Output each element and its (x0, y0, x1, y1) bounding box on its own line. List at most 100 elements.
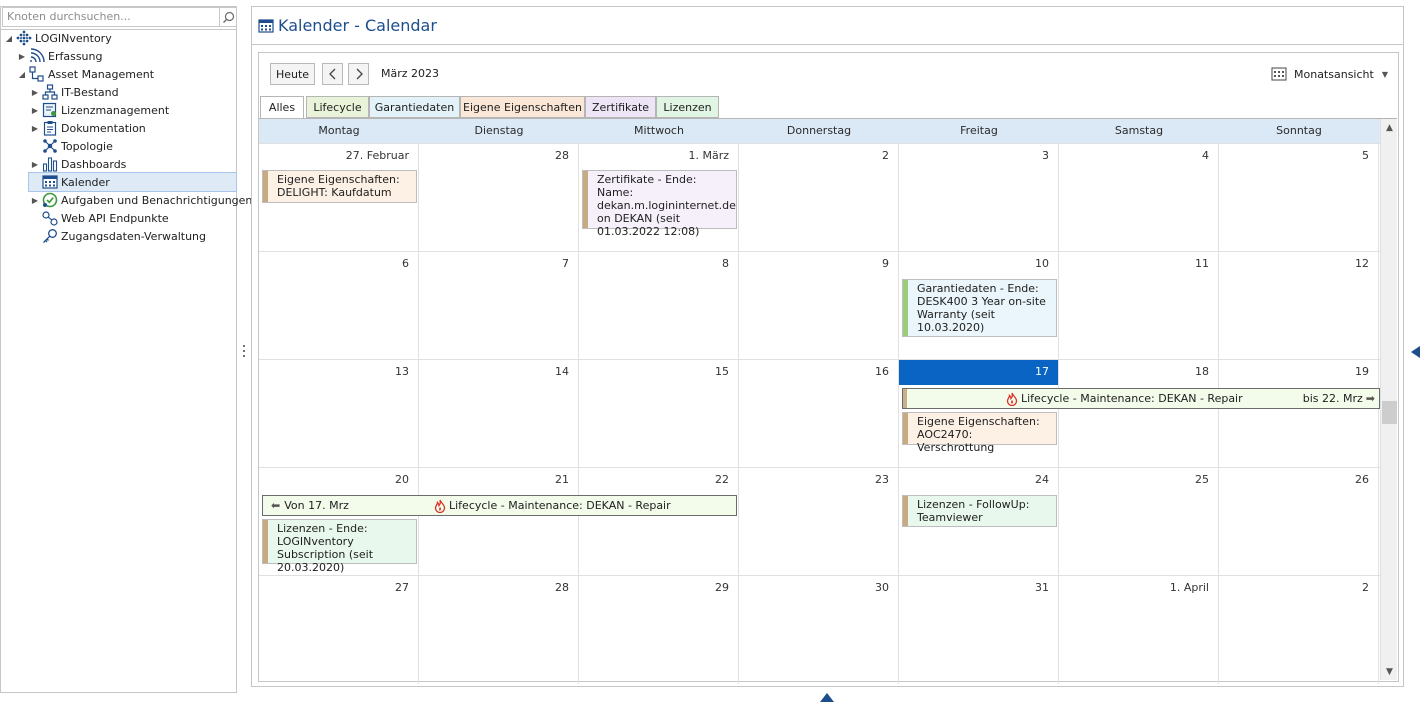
expand-arrow-icon[interactable]: ▶ (29, 155, 41, 173)
tree-node-loginventory[interactable]: ◢ LOGINventory (3, 29, 112, 47)
tree-node-topologie[interactable]: Topologie (29, 137, 113, 155)
tree-node-it-bestand[interactable]: ▶ IT-Bestand (29, 83, 119, 101)
tab-alles[interactable]: Alles (260, 96, 304, 119)
appointment[interactable]: Lizenzen - FollowUp: Teamviewer (902, 495, 1057, 527)
day-number: 15 (715, 365, 729, 378)
day-cell[interactable]: 8 (579, 252, 739, 360)
day-cell[interactable]: 23 (739, 468, 899, 576)
day-number: 30 (875, 581, 889, 594)
scroll-up-icon[interactable]: ▲ (1381, 119, 1398, 136)
fire-icon (1006, 392, 1018, 406)
day-cell[interactable]: 26 (1219, 468, 1379, 576)
day-cell[interactable]: 18 (1059, 360, 1219, 468)
tab-lifecycle[interactable]: Lifecycle (306, 96, 369, 118)
dock-right-arrow-icon[interactable] (1411, 346, 1420, 358)
splitter-grip[interactable] (243, 345, 246, 361)
tab-garantiedaten[interactable]: Garantiedaten (369, 96, 460, 118)
tree-node-lizenzmanagement[interactable]: ▶ Lizenzmanagement (29, 101, 169, 119)
appointment[interactable]: Lizenzen - Ende: LOGINventory Subscripti… (262, 519, 417, 574)
vertical-scrollbar[interactable]: ▲ ▼ (1380, 119, 1397, 680)
webapi-icon (41, 210, 59, 226)
grid-dots-icon (15, 30, 33, 46)
day-number: 2 (1362, 581, 1369, 594)
day-cell[interactable]: 7 (419, 252, 579, 360)
tab-eigene-eigenschaften[interactable]: Eigene Eigenschaften (460, 96, 585, 118)
tree-node-dashboards[interactable]: ▶ Dashboards (29, 155, 126, 173)
expand-arrow-icon[interactable]: ▶ (16, 47, 28, 65)
day-number: 10 (1035, 257, 1049, 270)
day-number: 1. April (1169, 581, 1209, 594)
today-button[interactable]: Heute (270, 63, 315, 85)
day-cell[interactable]: 27 (259, 576, 419, 684)
page-title: Kalender - Calendar (278, 16, 437, 35)
expand-arrow-icon[interactable]: ▶ (29, 119, 41, 137)
network-icon (41, 84, 59, 100)
day-cell[interactable]: 11 (1059, 252, 1219, 360)
tree-node-zugangsdaten[interactable]: Zugangsdaten-Verwaltung (29, 227, 206, 245)
day-cell[interactable]: 2 (1219, 576, 1379, 684)
day-cell[interactable]: 28 (419, 576, 579, 684)
day-cell[interactable]: 19 (1219, 360, 1379, 468)
appointment[interactable]: Eigene Eigenschaften: DELIGHT: Kaufdatum (262, 170, 417, 203)
day-cell[interactable]: 25 (1059, 468, 1219, 576)
day-cell[interactable]: 2 (739, 144, 899, 252)
day-cell[interactable]: 9 (739, 252, 899, 360)
tree-node-web-api[interactable]: Web API Endpunkte (29, 209, 169, 227)
weekday-label: Freitag (960, 124, 998, 137)
search-button[interactable] (220, 7, 237, 27)
tree-node-erfassung[interactable]: ▶ Erfassung (16, 47, 102, 65)
day-cell[interactable]: 1. April (1059, 576, 1219, 684)
tree-node-dokumentation[interactable]: ▶ Dokumentation (29, 119, 146, 137)
prev-month-button[interactable] (322, 63, 343, 85)
tree-node-kalender[interactable]: Kalender (28, 172, 237, 192)
key-icon (41, 228, 59, 244)
view-selector[interactable]: Monatsansicht ▼ (1271, 63, 1388, 85)
tree-node-label: Aufgaben und Benachrichtigungen (61, 193, 253, 207)
day-number: 31 (1035, 581, 1049, 594)
dock-bottom-arrow-icon[interactable] (820, 693, 834, 702)
appointment[interactable]: Garantiedaten - Ende: DESK400 3 Year on-… (902, 279, 1057, 337)
multi-day-appointment[interactable]: ⬅ Von 17. Mrz Lifecycle - Maintenance: D… (262, 495, 737, 516)
next-month-button[interactable] (348, 63, 369, 85)
day-cell[interactable]: 22 (579, 468, 739, 576)
expand-arrow-icon[interactable]: ▶ (29, 83, 41, 101)
day-cell[interactable]: 28 (419, 144, 579, 252)
scrollbar-thumb[interactable] (1382, 401, 1397, 424)
day-cell[interactable]: 3 (899, 144, 1059, 252)
day-cell[interactable]: 5 (1219, 144, 1379, 252)
multi-day-appointment[interactable]: Lifecycle - Maintenance: DEKAN - Repair … (902, 388, 1380, 409)
day-cell[interactable]: 12 (1219, 252, 1379, 360)
collapse-arrow-icon[interactable]: ◢ (3, 29, 15, 47)
day-cell[interactable]: 21 (419, 468, 579, 576)
day-cell[interactable]: 4 (1059, 144, 1219, 252)
calendar-panel: Kalender - Calendar Heute März 2023 Mona… (251, 6, 1404, 687)
tab-lizenzen[interactable]: Lizenzen (656, 96, 719, 118)
day-cell[interactable]: 15 (579, 360, 739, 468)
tree-node-aufgaben[interactable]: ▶ Aufgaben und Benachrichtigungen (29, 191, 252, 209)
day-cell[interactable]: 31 (899, 576, 1059, 684)
appointment[interactable]: Zertifikate - Ende: Name: dekan.m.logini… (582, 170, 737, 238)
day-number: 14 (555, 365, 569, 378)
tree-node-asset-management[interactable]: ◢ Asset Management (16, 65, 154, 83)
scroll-down-icon[interactable]: ▼ (1381, 663, 1398, 680)
day-number: 19 (1355, 365, 1369, 378)
day-cell[interactable]: 13 (259, 360, 419, 468)
expand-arrow-icon[interactable]: ▶ (29, 191, 41, 209)
appointment[interactable]: Eigene Eigenschaften: AOC2470: Verschrot… (902, 412, 1057, 454)
day-cell[interactable]: 30 (739, 576, 899, 684)
navigation-tree-panel: Knoten durchsuchen... ◢ LOGINventory ▶ E… (0, 6, 252, 693)
search-input[interactable]: Knoten durchsuchen... (2, 7, 220, 27)
day-cell[interactable]: 16 (739, 360, 899, 468)
collapse-arrow-icon[interactable]: ◢ (16, 65, 28, 83)
day-number: 26 (1355, 473, 1369, 486)
week-row: 6 7 8 9 10 11 12 Garantiedaten - Ende: D… (259, 251, 1380, 360)
day-cell[interactable]: 29 (579, 576, 739, 684)
day-cell[interactable]: 6 (259, 252, 419, 360)
weekday-label: Montag (318, 124, 360, 137)
expand-arrow-icon[interactable]: ▶ (29, 101, 41, 119)
chevron-left-icon (328, 68, 335, 80)
day-cell[interactable]: 14 (419, 360, 579, 468)
calendar-icon (41, 174, 59, 190)
tab-zertifikate[interactable]: Zertifikate (585, 96, 656, 118)
day-number: 22 (715, 473, 729, 486)
